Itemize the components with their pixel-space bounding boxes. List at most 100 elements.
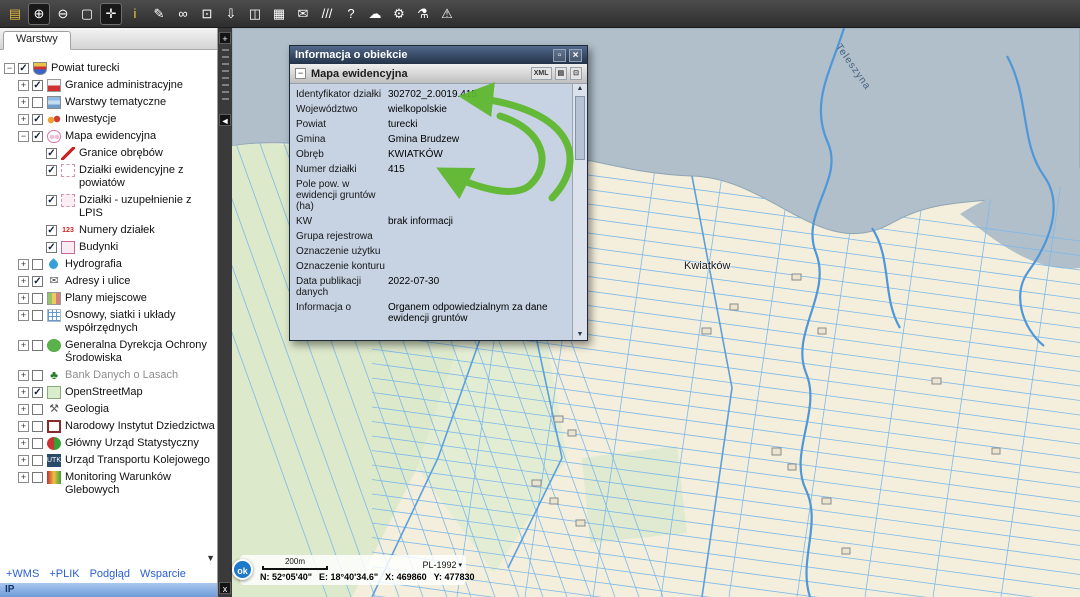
layer-checkbox[interactable] [32, 472, 43, 483]
podgld-link[interactable]: Podgląd [90, 568, 130, 580]
layer-item[interactable]: +Warstwy tematyczne [0, 94, 217, 111]
layer-checkbox[interactable]: ✓ [32, 276, 43, 287]
info-icon[interactable]: i [124, 3, 146, 25]
layer-item[interactable]: −✓Powiat turecki [0, 60, 217, 77]
layer-checkbox[interactable]: ✓ [46, 242, 57, 253]
expand-icon[interactable]: + [18, 387, 29, 398]
measure-angle-icon[interactable]: /// [316, 3, 338, 25]
split-view-icon[interactable]: ◫ [244, 3, 266, 25]
scroll-down-icon[interactable]: ▼ [206, 553, 215, 563]
crs-select[interactable]: PL-1992 ▾ [422, 560, 462, 570]
layer-item[interactable]: ✓Budynki [0, 239, 217, 256]
tab-warstwy[interactable]: Warstwy [3, 31, 71, 50]
layer-checkbox[interactable] [32, 370, 43, 381]
layer-item[interactable]: +UTKUrząd Transportu Kolejowego [0, 452, 217, 469]
layer-checkbox[interactable]: ✓ [46, 225, 57, 236]
sidebar-collapse-button[interactable]: ◄ [219, 114, 231, 126]
select-extent-icon[interactable]: ▢ [76, 3, 98, 25]
layer-checkbox[interactable] [32, 340, 43, 351]
layer-item[interactable]: +Główny Urząd Statystyczny [0, 435, 217, 452]
zoom-in-icon[interactable]: ⊕ [28, 3, 50, 25]
zoom-slider-tick[interactable] [222, 84, 229, 86]
layer-item[interactable]: +♣Bank Danych o Lasach [0, 367, 217, 384]
dialog-scrollbar[interactable]: ▲ ▼ [572, 84, 587, 340]
measure-icon[interactable]: ✎ [148, 3, 170, 25]
scroll-thumb[interactable] [575, 96, 585, 160]
scroll-up-icon[interactable]: ▲ [577, 84, 584, 94]
layer-checkbox[interactable]: ✓ [46, 148, 57, 159]
layer-checkbox[interactable]: ✓ [32, 80, 43, 91]
zoom-slider-tick[interactable] [222, 98, 229, 100]
layer-item[interactable]: +⚒Geologia [0, 401, 217, 418]
layer-item[interactable]: +Hydrografia [0, 256, 217, 273]
layer-checkbox[interactable] [32, 259, 43, 270]
link-icon[interactable]: ∞ [172, 3, 194, 25]
pan-icon[interactable]: ✛ [100, 3, 122, 25]
flask-icon[interactable]: ⚗ [412, 3, 434, 25]
expand-icon[interactable]: + [18, 455, 29, 466]
ok-button[interactable]: ok [232, 559, 253, 580]
expand-icon[interactable]: + [18, 259, 29, 270]
expand-icon[interactable]: + [18, 97, 29, 108]
zoom-slider-tick[interactable] [222, 56, 229, 58]
layer-checkbox[interactable]: ✓ [46, 165, 57, 176]
zoom-slider-tick[interactable] [222, 91, 229, 93]
layer-checkbox[interactable] [32, 97, 43, 108]
panel-close-button[interactable]: x [219, 582, 231, 594]
collapse-icon[interactable]: − [4, 63, 15, 74]
expand-icon[interactable]: + [18, 276, 29, 287]
warning-icon[interactable]: ⚠ [436, 3, 458, 25]
plik-link[interactable]: +PLIK [49, 568, 79, 580]
layer-item[interactable]: +✓Granice administracyjne [0, 77, 217, 94]
layer-checkbox[interactable]: ✓ [32, 131, 43, 142]
section-collapse-icon[interactable]: − [295, 68, 306, 79]
zoom-slider-tick[interactable] [222, 49, 229, 51]
layer-item[interactable]: +Monitoring Warunków Glebowych [0, 469, 217, 499]
settings-icon[interactable]: ⚙ [388, 3, 410, 25]
zoom-slider-tick[interactable] [222, 70, 229, 72]
download-icon[interactable]: ⇩ [220, 3, 242, 25]
zoom-out-icon[interactable]: ⊖ [52, 3, 74, 25]
scroll-down-icon[interactable]: ▼ [577, 330, 584, 340]
layer-item[interactable]: +✓✉Adresy i ulice [0, 273, 217, 290]
layer-checkbox[interactable]: ✓ [18, 63, 29, 74]
layer-checkbox[interactable] [32, 293, 43, 304]
expand-icon[interactable]: + [18, 340, 29, 351]
layer-item[interactable]: +Narodowy Instytut Dziedzictwa [0, 418, 217, 435]
expand-icon[interactable]: + [18, 293, 29, 304]
table-icon[interactable]: ▦ [268, 3, 290, 25]
layer-item[interactable]: +Plany miejscowe [0, 290, 217, 307]
dialog-titlebar[interactable]: Informacja o obiekcie ▫ × [290, 46, 587, 64]
layer-checkbox[interactable] [32, 455, 43, 466]
layer-item[interactable]: −✓Mapa ewidencyjna [0, 128, 217, 145]
expand-icon[interactable]: + [18, 472, 29, 483]
expand-icon[interactable]: + [18, 404, 29, 415]
layer-item[interactable]: +Generalna Dyrekcja Ochrony Środowiska [0, 337, 217, 367]
layer-item[interactable]: ✓Działki - uzupełnienie z LPIS [0, 192, 217, 222]
wsparcie-link[interactable]: Wsparcie [140, 568, 186, 580]
layer-checkbox[interactable]: ✓ [32, 387, 43, 398]
layer-checkbox[interactable] [32, 438, 43, 449]
layer-checkbox[interactable] [32, 421, 43, 432]
help-icon[interactable]: ? [340, 3, 362, 25]
print-icon[interactable]: ⊡ [570, 67, 582, 80]
layer-item[interactable]: ✓123Numery działek [0, 222, 217, 239]
layer-checkbox[interactable]: ✓ [46, 195, 57, 206]
layers-icon[interactable]: ▤ [4, 3, 26, 25]
layer-item[interactable]: +Osnowy, siatki i układy współrzędnych [0, 307, 217, 337]
layer-checkbox[interactable] [32, 310, 43, 321]
print-icon[interactable]: ⊡ [196, 3, 218, 25]
layer-item[interactable]: ✓Działki ewidencyjne z powiatów [0, 162, 217, 192]
layer-item[interactable]: +✓OpenStreetMap [0, 384, 217, 401]
zoom-slider-tick[interactable] [222, 63, 229, 65]
undock-icon[interactable]: ▫ [553, 49, 566, 62]
zoom-slider-tick[interactable] [222, 77, 229, 79]
layer-checkbox[interactable]: ✓ [32, 114, 43, 125]
close-icon[interactable]: × [569, 49, 582, 62]
message-icon[interactable]: ✉ [292, 3, 314, 25]
expand-icon[interactable]: + [18, 421, 29, 432]
expand-icon[interactable]: + [18, 114, 29, 125]
layer-item[interactable]: +✓Inwestycje [0, 111, 217, 128]
cloud-upload-icon[interactable]: ☁ [364, 3, 386, 25]
expand-icon[interactable]: + [18, 80, 29, 91]
